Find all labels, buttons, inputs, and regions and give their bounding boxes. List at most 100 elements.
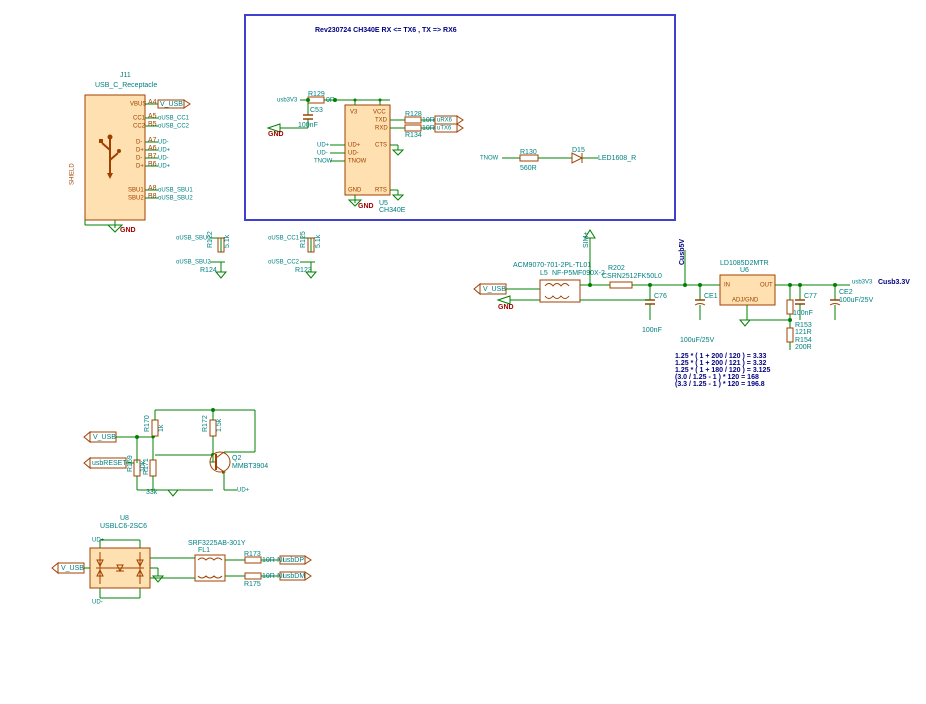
ch340-block: usb3V3 R1290R C53100nF GND U5 CH340E V3 … — [268, 91, 636, 214]
svg-text:usbRESET: usbRESET — [92, 460, 127, 467]
svg-text:121R: 121R — [795, 329, 812, 336]
svg-text:UD-: UD- — [317, 151, 328, 157]
svg-text:R173: R173 — [244, 551, 261, 558]
svg-text:usb3V3: usb3V3 — [852, 280, 873, 286]
usb-connector: J11 USB_C_Receptacle SHIELD VBUS A4 V_US… — [70, 72, 194, 234]
svg-text:A4: A4 — [148, 99, 157, 106]
svg-text:R175: R175 — [244, 581, 261, 588]
svg-text:oUSB_CC2: oUSB_CC2 — [268, 260, 300, 266]
svg-text:usbDP: usbDP — [283, 557, 304, 564]
svg-text:100nF: 100nF — [298, 122, 318, 129]
svg-text:CH340E: CH340E — [379, 207, 406, 214]
svg-text:(3.0 / 1.25 - 1 ) * 120 = 168: (3.0 / 1.25 - 1 ) * 120 = 168 — [675, 374, 759, 381]
svg-text:LD1085D2MTR: LD1085D2MTR — [720, 260, 769, 267]
svg-text:R130: R130 — [520, 149, 537, 156]
svg-text:RXD: RXD — [375, 126, 388, 132]
svg-text:USBLC6-2SC6: USBLC6-2SC6 — [100, 523, 147, 530]
svg-text:R172: R172 — [202, 415, 209, 432]
svg-text:1.25 * ( 1 + 200 / 121 ) = 3.3: 1.25 * ( 1 + 200 / 121 ) = 3.32 — [675, 360, 767, 367]
svg-text:SRF3225AB-301Y: SRF3225AB-301Y — [188, 540, 246, 547]
svg-text:uTX6: uTX6 — [437, 126, 452, 132]
svg-text:UD-: UD- — [158, 156, 169, 162]
svg-text:SBU1: SBU1 — [128, 188, 144, 194]
svg-text:R170: R170 — [144, 415, 151, 432]
svg-text:C76: C76 — [654, 293, 667, 300]
svg-text:D-: D- — [136, 140, 142, 146]
svg-text:TXD: TXD — [375, 118, 388, 124]
schematic-title: Rev230724 CH340E RX <= TX6 , TX => RX6 — [315, 27, 457, 34]
svg-text:UD-: UD- — [348, 151, 359, 157]
schematic-canvas: Rev230724 CH340E RX <= TX6 , TX => RX6 J… — [0, 0, 926, 702]
svg-text:OUT: OUT — [760, 283, 773, 289]
regulator-section: SIM+ V_USB ACM9070-701-2PL-TL01 L5 NF-P5… — [474, 230, 910, 388]
svg-text:D-: D- — [136, 156, 142, 162]
svg-text:oUSB_CC1: oUSB_CC1 — [158, 116, 190, 122]
svg-text:GND: GND — [358, 203, 374, 210]
svg-text:R171: R171 — [143, 458, 150, 475]
reset-circuit: V_USB R1701k R1721.5k usbRESET R16910k R… — [84, 408, 268, 496]
svg-text:D+: D+ — [136, 164, 144, 170]
svg-text:usbDM: usbDM — [283, 573, 305, 580]
svg-text:1.25 * ( 1 + 180 / 120 ) = 3.1: 1.25 * ( 1 + 180 / 120 ) = 3.125 — [675, 367, 770, 374]
svg-text:oUSB_SBU2: oUSB_SBU2 — [158, 196, 193, 202]
svg-text:oUSB_SBU1: oUSB_SBU1 — [158, 188, 193, 194]
svg-text:UD+: UD+ — [237, 488, 250, 494]
svg-text:D15: D15 — [572, 147, 585, 154]
svg-text:100nF: 100nF — [642, 327, 662, 334]
svg-text:R129: R129 — [308, 91, 325, 98]
svg-text:10R: 10R — [422, 125, 435, 132]
svg-text:U6: U6 — [740, 267, 749, 274]
svg-text:R128: R128 — [405, 111, 422, 118]
svg-text:CSRN2512FK50L0: CSRN2512FK50L0 — [602, 273, 662, 280]
svg-text:5.1k: 5.1k — [315, 234, 322, 248]
svg-text:L5: L5 — [540, 270, 548, 277]
svg-text:200R: 200R — [795, 344, 812, 351]
svg-text:UD-: UD- — [92, 600, 103, 606]
svg-text:LED1608_R: LED1608_R — [598, 155, 636, 162]
svg-text:ACM9070-701-2PL-TL01: ACM9070-701-2PL-TL01 — [513, 262, 591, 269]
svg-text:J11: J11 — [120, 72, 131, 79]
svg-text:Cusb5V: Cusb5V — [679, 239, 686, 265]
svg-text:GND: GND — [268, 131, 284, 138]
svg-text:1.25 * ( 1 + 200 / 120 ) = 3.3: 1.25 * ( 1 + 200 / 120 ) = 3.33 — [675, 353, 767, 360]
svg-text:U8: U8 — [120, 515, 129, 522]
svg-text:Cusb3.3V: Cusb3.3V — [878, 279, 910, 286]
svg-text:IN: IN — [724, 283, 730, 289]
svg-text:R134: R134 — [405, 132, 422, 139]
svg-text:V_USB: V_USB — [160, 101, 183, 108]
svg-text:100uF/25V: 100uF/25V — [839, 297, 874, 304]
svg-text:R202: R202 — [608, 265, 625, 272]
svg-text:CE1: CE1 — [704, 293, 718, 300]
svg-text:R122: R122 — [207, 231, 214, 248]
svg-text:oUSB_CC1: oUSB_CC1 — [268, 236, 300, 242]
svg-text:V_USB: V_USB — [61, 565, 84, 572]
svg-text:R123: R123 — [295, 267, 312, 274]
svg-text:R153: R153 — [795, 322, 812, 329]
svg-text:VBUS: VBUS — [130, 102, 146, 108]
svg-text:ADJ/GND: ADJ/GND — [732, 298, 759, 304]
svg-text:Q2: Q2 — [232, 455, 241, 462]
svg-text:UD+: UD+ — [92, 538, 105, 544]
svg-text:VCC: VCC — [373, 110, 386, 116]
svg-text:560R: 560R — [520, 165, 537, 172]
svg-text:100nF: 100nF — [793, 310, 813, 317]
svg-text:R169: R169 — [127, 455, 134, 472]
svg-text:USB_C_Receptacle: USB_C_Receptacle — [95, 82, 157, 89]
svg-text:SBU2: SBU2 — [128, 196, 144, 202]
svg-text:GND: GND — [120, 227, 136, 234]
svg-text:TNOW: TNOW — [314, 159, 333, 165]
svg-text:SHIELD: SHIELD — [70, 163, 76, 185]
svg-text:UD-: UD- — [158, 140, 169, 146]
svg-text:V_USB: V_USB — [483, 286, 506, 293]
svg-text:R154: R154 — [795, 337, 812, 344]
svg-text:C53: C53 — [310, 107, 323, 114]
svg-text:B7: B7 — [148, 153, 157, 160]
svg-text:MMBT3904: MMBT3904 — [232, 463, 268, 470]
svg-text:100uF/25V: 100uF/25V — [680, 337, 715, 344]
sbu-cc-pulldowns: oUSB_SBU1 R1225.1k oUSB_SBU2 R124 oUSB_C… — [176, 231, 322, 278]
svg-text:U5: U5 — [379, 200, 388, 207]
svg-text:D+: D+ — [136, 148, 144, 154]
svg-text:A5: A5 — [148, 113, 157, 120]
svg-text:CC1: CC1 — [133, 116, 146, 122]
svg-text:1k: 1k — [158, 424, 165, 432]
